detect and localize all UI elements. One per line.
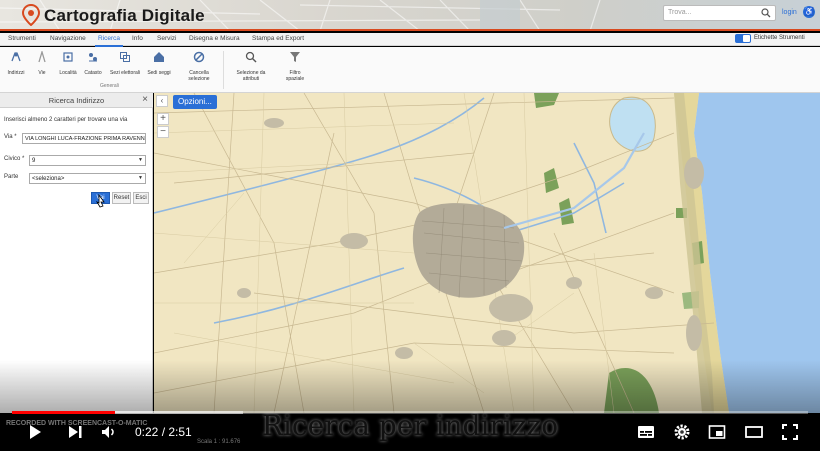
tool-selezione-attributi[interactable]: Selezione da attributi <box>236 51 266 82</box>
volume-icon[interactable] <box>100 423 118 441</box>
parte-select[interactable]: <seleziona> ▼ <box>29 173 146 184</box>
cadastre-icon <box>89 53 97 62</box>
next-icon[interactable] <box>66 423 84 441</box>
collapse-panel-button[interactable]: ‹ <box>156 95 168 107</box>
locality-icon <box>63 52 73 62</box>
tool-catasto[interactable]: Catasto <box>78 51 108 76</box>
civico-select[interactable]: 9 ▼ <box>29 155 146 166</box>
close-icon[interactable]: × <box>142 94 148 105</box>
panel-header: Ricerca Indirizzo × <box>0 93 153 108</box>
tool-label: Cancella selezione <box>188 70 210 82</box>
app-header: Cartografia Digitale Trova... login ♿ <box>0 0 820 31</box>
tab-info[interactable]: Info <box>132 35 143 42</box>
mouse-pointer-icon <box>96 194 105 208</box>
login-link[interactable]: login <box>782 9 797 16</box>
exit-button[interactable]: Esci <box>133 192 149 204</box>
electoral-icon <box>120 52 130 62</box>
tool-label: Selezione da attributi <box>236 70 266 82</box>
city-area <box>412 203 525 298</box>
tool-filtro-spaziale[interactable]: Filtro spaziale <box>280 51 310 82</box>
tool-label: Catasto <box>84 70 102 76</box>
fullscreen-icon[interactable] <box>781 423 799 441</box>
zoom-in-button[interactable]: + <box>157 113 169 125</box>
accessibility-icon[interactable]: ♿ <box>803 6 815 18</box>
ribbon-tabs: Strumenti Navigazione Ricerca Info Servi… <box>0 33 820 46</box>
progress-played <box>12 411 115 414</box>
labels-toggle[interactable] <box>735 34 751 43</box>
search-placeholder: Trova... <box>668 9 692 16</box>
tool-label: Filtro spaziale <box>285 70 305 82</box>
search-icon[interactable] <box>761 8 771 18</box>
filter-icon <box>290 52 300 62</box>
play-icon[interactable] <box>26 423 44 441</box>
tab-stampa-export[interactable]: Stampa ed Export <box>252 35 304 42</box>
waterways <box>154 97 625 324</box>
green-area <box>534 93 559 108</box>
tool-sezi-elettorali[interactable]: Sezi elettorali <box>108 51 142 76</box>
attribute-search-icon <box>245 51 257 63</box>
tab-navigazione[interactable]: Navigazione <box>50 35 86 42</box>
search-input[interactable]: Trova... <box>663 5 776 21</box>
tool-cancella-selezione[interactable]: Cancella selezione <box>184 51 214 82</box>
reset-button[interactable]: Reset <box>112 192 131 204</box>
tool-sedi-seggi[interactable]: Sedi seggi <box>144 51 174 76</box>
tool-label: Sedi seggi <box>147 70 171 76</box>
tab-servizi[interactable]: Servizi <box>157 35 177 42</box>
miniplayer-icon[interactable] <box>708 423 726 441</box>
via-input[interactable]: VIA LONGHI LUCA-FRAZIONE PRIMA RAVENNA <box>22 133 146 144</box>
parte-value: <seleziona> <box>32 175 65 182</box>
tool-label: Sezi elettorali <box>109 70 140 76</box>
app-title: Cartografia Digitale <box>44 6 205 25</box>
toolbar-group-label: Generali <box>100 83 119 89</box>
address-icon <box>11 52 21 62</box>
time-display: 0:22 / 2:51 <box>135 425 192 439</box>
zoom-out-button[interactable]: − <box>157 126 169 138</box>
toolbar-separator <box>223 51 224 89</box>
tab-disegna-misura[interactable]: Disegna e Misura <box>189 35 240 42</box>
polling-icon <box>154 52 164 62</box>
parte-label: Parte <box>4 174 19 180</box>
civico-label: Civico * <box>4 156 25 162</box>
tab-strumenti[interactable]: Strumenti <box>8 35 36 42</box>
ribbon-toolbar: Indirizzi Vie Località Catasto Sezi elet… <box>0 47 820 93</box>
panel-title: Ricerca Indirizzo <box>48 96 105 105</box>
options-button[interactable]: Opzioni... <box>173 95 217 109</box>
settings-gear-icon[interactable] <box>673 423 691 441</box>
chevron-down-icon: ▼ <box>138 157 143 163</box>
via-label: Via * <box>4 134 17 140</box>
logo-pin-icon <box>22 4 40 26</box>
cancel-selection-icon <box>193 51 205 63</box>
theater-mode-icon[interactable] <box>745 423 763 441</box>
subtitles-icon[interactable] <box>637 423 655 441</box>
road-icon <box>38 49 46 63</box>
search-hint: Inserisci almeno 2 caratteri per trovare… <box>4 117 128 123</box>
civico-value: 9 <box>32 157 36 164</box>
chevron-down-icon: ▼ <box>138 175 143 181</box>
labels-toggle-label: Etichette Strumenti <box>754 35 805 41</box>
tab-ricerca[interactable]: Ricerca <box>98 35 120 42</box>
